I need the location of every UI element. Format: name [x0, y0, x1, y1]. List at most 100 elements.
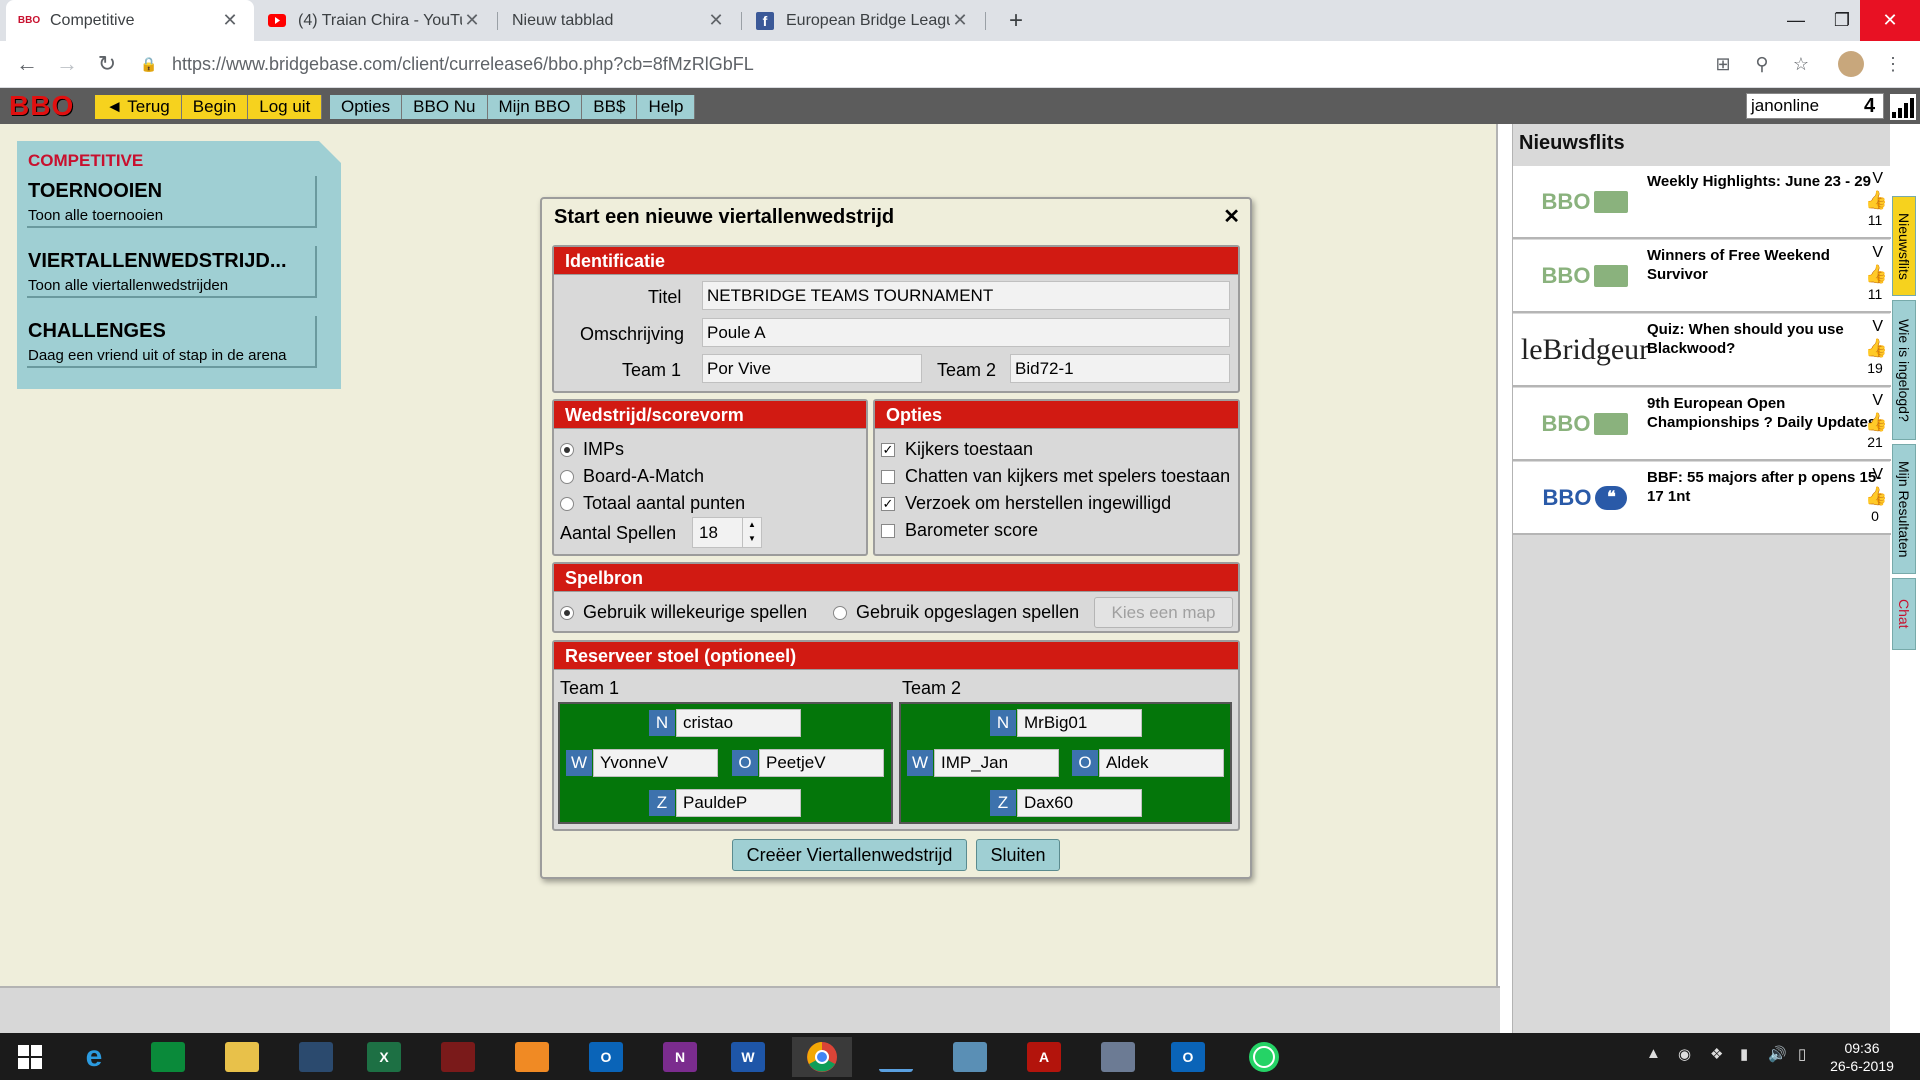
seat-east[interactable]: O Aldek [1071, 749, 1224, 777]
photos-icon[interactable] [940, 1037, 1000, 1077]
menu-dots-icon[interactable]: ⋮ [1880, 51, 1906, 77]
bbo-now-button[interactable]: BBO Nu [402, 95, 488, 119]
seat-east[interactable]: O PeetjeV [731, 749, 884, 777]
news-headline[interactable]: BBF: 55 majors after p opens 15-17 1nt [1647, 468, 1887, 506]
close-dialog-button[interactable]: Sluiten [976, 839, 1060, 871]
chrome-icon[interactable] [792, 1037, 852, 1077]
close-tab-icon[interactable]: ✕ [706, 10, 726, 31]
game-icon[interactable] [428, 1037, 488, 1077]
player-name[interactable]: IMP_Jan [934, 749, 1059, 777]
close-tab-icon[interactable]: ✕ [220, 10, 240, 31]
expand-chevron-icon[interactable]: V [1872, 466, 1883, 484]
store-icon[interactable] [138, 1037, 198, 1077]
tab-facebook[interactable]: f European Bridge League - Startp ✕ [742, 0, 984, 41]
file-explorer-icon[interactable] [212, 1037, 272, 1077]
news-item[interactable]: BBO ❝ BBF: 55 majors after p opens 15-17 … [1513, 462, 1891, 535]
title-input[interactable]: NETBRIDGE TEAMS TOURNAMENT [702, 281, 1230, 310]
close-icon[interactable]: ✕ [1223, 204, 1240, 229]
challenges-item[interactable]: CHALLENGES Daag een vriend uit of stap i… [27, 316, 317, 368]
excel-icon[interactable]: X [354, 1037, 414, 1077]
tab-my-results[interactable]: Mijn Resultaten [1892, 444, 1916, 574]
tab-new[interactable]: Nieuw tabblad ✕ [498, 0, 740, 41]
news-item[interactable]: leBridgeur Quiz: When should you use Bla… [1513, 314, 1891, 387]
checkbox-checked[interactable]: ✓ [881, 496, 895, 511]
zoom-icon[interactable]: ⚲ [1749, 51, 1775, 77]
seat-west[interactable]: W YvonneV [565, 749, 718, 777]
tab-who-is-online[interactable]: Wie is ingelogd? [1892, 300, 1916, 440]
player-name[interactable]: cristao [676, 709, 801, 737]
news-headline[interactable]: Winners of Free Weekend Survivor [1647, 246, 1887, 284]
word-icon[interactable]: W [718, 1037, 778, 1077]
player-name[interactable]: MrBig01 [1017, 709, 1142, 737]
tab-news[interactable]: Nieuwsflits [1892, 196, 1916, 296]
radio-button[interactable] [560, 605, 574, 620]
team-matches-item[interactable]: VIERTALLENWEDSTRIJD... Toon alle viertal… [27, 246, 317, 298]
back-button[interactable]: ◄ Terug [95, 95, 182, 119]
acrobat-icon[interactable]: A [1014, 1037, 1074, 1077]
seat-south[interactable]: Z PauldeP [648, 789, 801, 817]
volume-icon[interactable]: 🔊 [1768, 1045, 1787, 1063]
close-tab-icon[interactable]: ✕ [462, 10, 482, 31]
kibitzer-chat-option[interactable]: Chatten van kijkers met spelers toestaan [881, 466, 1230, 487]
checkbox[interactable] [881, 469, 895, 484]
clock[interactable]: 09:36 26-6-2019 [1822, 1039, 1902, 1075]
radio-button[interactable] [833, 605, 847, 620]
forward-arrow-icon[interactable]: → [52, 49, 82, 79]
seat-west[interactable]: W IMP_Jan [906, 749, 1059, 777]
outlook-mail-icon[interactable]: O [1158, 1037, 1218, 1077]
player-name[interactable]: Aldek [1099, 749, 1224, 777]
close-tab-icon[interactable]: ✕ [950, 10, 970, 31]
news-headline[interactable]: Quiz: When should you use Blackwood? [1647, 320, 1887, 358]
internet-explorer-icon[interactable]: e [64, 1037, 124, 1077]
expand-chevron-icon[interactable]: V [1872, 318, 1883, 336]
tab-chat[interactable]: Chat [1892, 578, 1916, 650]
undo-granted-option[interactable]: ✓ Verzoek om herstellen ingewilligd [881, 493, 1171, 514]
calendar-icon[interactable] [502, 1037, 562, 1077]
description-input[interactable]: Poule A [702, 318, 1230, 347]
radio-button[interactable] [560, 442, 574, 457]
thumbs-up-icon[interactable]: 👍 [1865, 412, 1887, 432]
whatsapp-icon[interactable] [1234, 1037, 1294, 1077]
random-deals-option[interactable]: Gebruik willekeurige spellen [560, 602, 807, 623]
home-button[interactable]: Begin [181, 95, 249, 119]
choose-folder-button[interactable]: Kies een map [1094, 597, 1233, 628]
my-bbo-button[interactable]: Mijn BBO [487, 95, 583, 119]
dropbox-icon[interactable]: ❖ [1710, 1045, 1723, 1063]
tab-competitive[interactable]: BBO Competitive ✕ [6, 0, 254, 41]
help-button[interactable]: Help [637, 95, 696, 119]
saved-deals-option[interactable]: Gebruik opgeslagen spellen [833, 602, 1079, 623]
checkbox-checked[interactable]: ✓ [881, 442, 895, 457]
allow-kibitzers-option[interactable]: ✓ Kijkers toestaan [881, 439, 1033, 460]
boards-count-stepper[interactable]: 18 ▲ ▼ [692, 517, 762, 548]
radio-button[interactable] [560, 469, 574, 484]
thumbs-up-icon[interactable]: 👍 [1865, 190, 1887, 210]
player-name[interactable]: YvonneV [593, 749, 718, 777]
board-a-match-option[interactable]: Board-A-Match [560, 466, 704, 487]
news-item[interactable]: BBO 9th European Open Championships ? Da… [1513, 388, 1891, 461]
tools-icon[interactable] [1088, 1037, 1148, 1077]
seat-north[interactable]: N MrBig01 [989, 709, 1142, 737]
close-window-button[interactable]: ✕ [1860, 0, 1920, 41]
bookmark-star-icon[interactable]: ☆ [1788, 51, 1814, 77]
bb-dollars-button[interactable]: BB$ [582, 95, 638, 119]
notes-icon[interactable] [286, 1037, 346, 1077]
tournaments-item[interactable]: TOERNOOIEN Toon alle toernooien [27, 176, 317, 228]
news-item[interactable]: BBO Winners of Free Weekend Survivor V 👍… [1513, 240, 1891, 313]
expand-chevron-icon[interactable]: V [1872, 244, 1883, 262]
team1-input[interactable]: Por Vive [702, 354, 922, 383]
reload-icon[interactable]: ↻ [92, 49, 122, 79]
battery-icon[interactable]: ▯ [1798, 1045, 1806, 1063]
options-button[interactable]: Opties [330, 95, 403, 119]
thumbs-up-icon[interactable]: 👍 [1865, 486, 1887, 506]
tray-arrow-icon[interactable]: ▲ [1646, 1045, 1661, 1062]
barometer-option[interactable]: Barometer score [881, 520, 1038, 541]
expand-chevron-icon[interactable]: V [1872, 392, 1883, 410]
player-name[interactable]: PeetjeV [759, 749, 884, 777]
checkbox[interactable] [881, 523, 895, 538]
outlook-icon[interactable]: O [576, 1037, 636, 1077]
tab-youtube[interactable]: (4) Traian Chira - YouTube ✕ [254, 0, 496, 41]
scanner-icon[interactable] [866, 1037, 926, 1077]
new-tab-button[interactable]: + [995, 0, 1035, 41]
player-name[interactable]: PauldeP [676, 789, 801, 817]
news-headline[interactable]: 9th European Open Championships ? Daily … [1647, 394, 1887, 432]
